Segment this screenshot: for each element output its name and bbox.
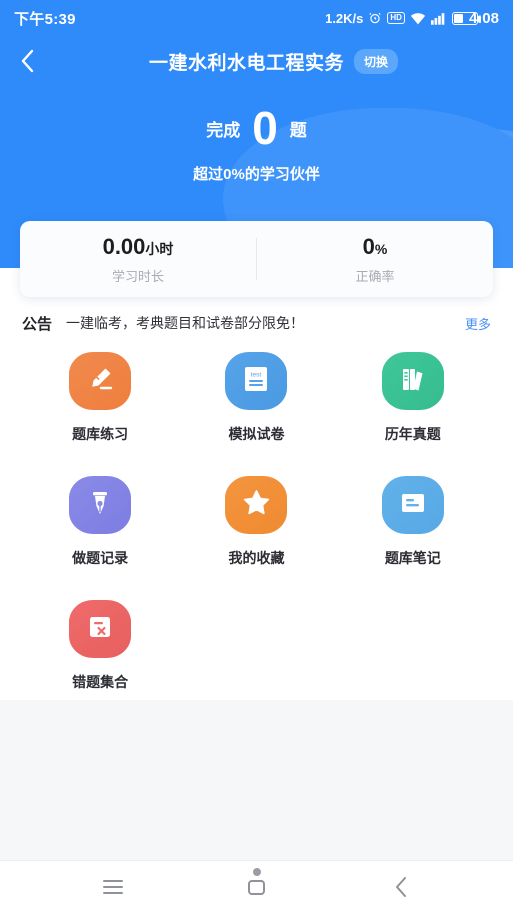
grid-item-label: 做题记录 — [72, 550, 129, 566]
grid-item-icon-tile — [225, 476, 288, 534]
grid-item[interactable]: 我的收藏 — [178, 476, 334, 600]
system-back-button[interactable] — [379, 867, 423, 907]
grid-item-icon-tile — [69, 352, 132, 410]
signal-icon — [430, 12, 447, 25]
stat-number: 0.00 — [102, 233, 146, 259]
grid-item[interactable]: 做题记录 — [22, 476, 178, 600]
grid-item[interactable]: 题库练习 — [22, 352, 178, 476]
recents-button[interactable] — [91, 867, 135, 907]
hero-subtitle: 超过0%的学习伙伴 — [193, 166, 320, 183]
stat-study-duration: 0.00小时 学习时长 — [20, 234, 256, 285]
grid-item[interactable]: 历年真题 — [335, 352, 491, 476]
stat-label: 学习时长 — [111, 268, 164, 284]
page-title: 一建水利水电工程实务 — [148, 52, 344, 74]
grid-item-icon-tile — [381, 352, 444, 410]
announcement-more-link[interactable]: 更多 — [465, 314, 491, 333]
hero-suffix-label: 题 — [289, 120, 307, 140]
pencil-icon — [84, 363, 116, 400]
hero-count-row: 完成 0 题 — [0, 105, 513, 151]
stats-card: 0.00小时 学习时长 0% 正确率 — [20, 221, 493, 297]
grid-item-icon-tile — [69, 600, 132, 658]
grid-item[interactable]: 错题集合 — [22, 600, 178, 724]
switch-subject-button[interactable]: 切换 — [354, 48, 399, 74]
svg-text:test: test — [251, 371, 262, 378]
back-icon — [395, 877, 406, 897]
back-chevron-icon — [21, 49, 34, 73]
page-filler-background — [0, 700, 513, 860]
network-speed: 1.2K/s — [325, 10, 364, 26]
alarm-icon — [368, 11, 382, 25]
stat-number: 0 — [362, 233, 375, 259]
wifi-icon — [410, 12, 426, 25]
grid-item-icon-tile — [69, 476, 132, 534]
hd-icon: HD — [387, 12, 405, 24]
system-navigation-bar — [0, 860, 513, 913]
announcement-text: 一建临考，考典题目和试卷部分限免！ — [66, 315, 305, 331]
app-root: 下午5:39 1.2K/s HD 4:08 一建水利水电工程实务 切换 完成 0… — [0, 0, 513, 913]
grid-item-label: 模拟试卷 — [228, 426, 285, 442]
grid-item-label: 题库练习 — [72, 426, 129, 442]
note-icon — [398, 488, 428, 523]
grid-item[interactable]: 题库笔记 — [335, 476, 491, 600]
grid-item-label: 历年真题 — [384, 426, 441, 442]
hero-prefix-label: 完成 — [206, 120, 241, 140]
grid-item[interactable]: test 模拟试卷 — [178, 352, 334, 476]
announcement-bar[interactable]: 公告 一建临考，考典题目和试卷部分限免！ 更多 — [0, 305, 513, 341]
wrong-answer-icon — [85, 612, 115, 647]
stat-value: 0.00小时 — [20, 234, 256, 260]
books-icon — [398, 364, 428, 399]
status-bar: 下午5:39 1.2K/s HD 4:08 — [0, 0, 513, 36]
grid-item-icon-tile — [381, 476, 444, 534]
recents-icon — [102, 880, 123, 894]
fountain-pen-icon — [85, 488, 115, 523]
status-icons: 1.2K/s HD 4:08 — [325, 10, 499, 27]
stat-accuracy: 0% 正确率 — [257, 234, 493, 285]
announcement-tag: 公告 — [22, 315, 53, 333]
test-paper-icon: test — [241, 364, 271, 399]
hero-count-value: 0 — [252, 102, 278, 154]
grid-item-label: 题库笔记 — [384, 550, 441, 566]
battery-icon — [451, 11, 481, 25]
stat-value: 0% — [257, 234, 493, 260]
hero-progress-summary: 完成 0 题 超过0%的学习伙伴 — [0, 105, 513, 184]
stat-label: 正确率 — [355, 268, 395, 284]
grid-item-icon-tile: test — [225, 352, 288, 410]
stat-unit: 小时 — [145, 240, 174, 257]
grid-item-label: 我的收藏 — [228, 550, 285, 566]
stat-unit: % — [374, 240, 388, 257]
grid-item-label: 错题集合 — [72, 674, 129, 690]
status-time: 下午5:39 — [14, 10, 76, 28]
app-navigation-bar: 一建水利水电工程实务 切换 — [0, 36, 513, 86]
star-icon — [241, 487, 272, 523]
home-icon — [248, 879, 265, 895]
navigation-handle-dot — [252, 868, 261, 876]
feature-grid: 题库练习 test 模拟试卷 历年真题 做题记录 我的收藏 题库笔记 错题集合 — [0, 352, 513, 724]
nav-center: 一建水利水电工程实务 切换 — [34, 48, 513, 75]
